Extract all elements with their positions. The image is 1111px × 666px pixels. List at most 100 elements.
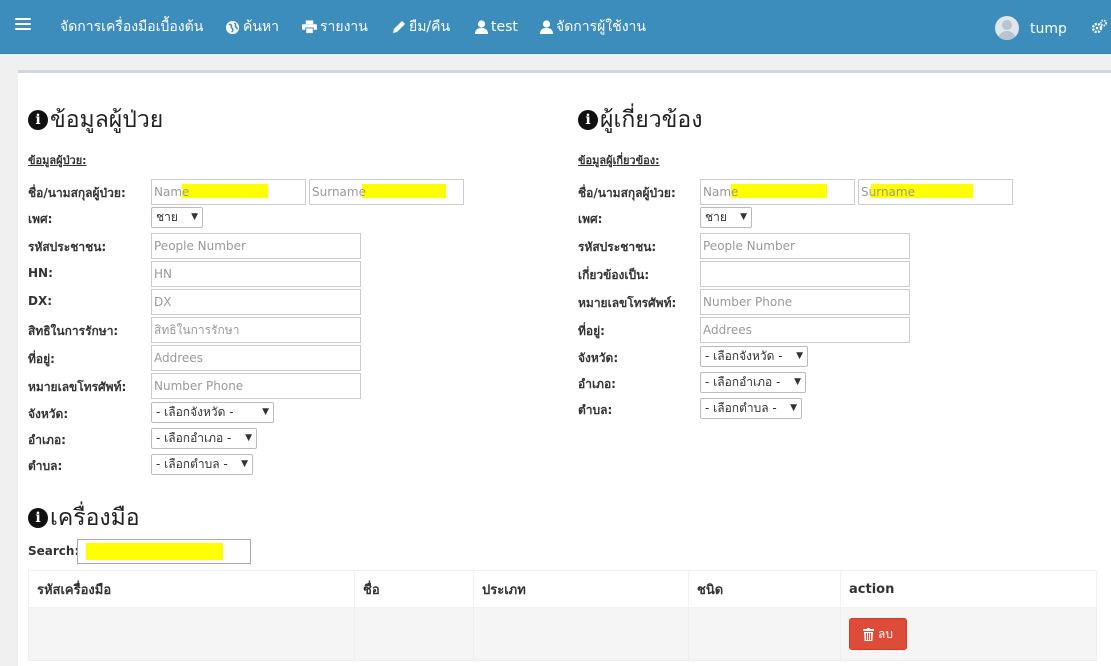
patient-subdistrict-select[interactable]: - เลือกตำบล - ▼ bbox=[151, 454, 253, 475]
nav-item-search[interactable]: ค้นหา bbox=[225, 0, 279, 54]
patient-phone-label: หมายเลขโทรศัพท์: bbox=[28, 380, 127, 394]
relative-phone-input[interactable]: Number Phone bbox=[700, 289, 910, 315]
caret-down-icon: ▼ bbox=[794, 377, 801, 387]
nav-item-report[interactable]: รายงาน bbox=[302, 0, 368, 54]
patient-id-label: รหัสประชาชน: bbox=[28, 240, 107, 254]
nav-item-test[interactable]: test bbox=[475, 0, 518, 54]
user-icon bbox=[475, 20, 488, 34]
column-header-type[interactable]: ประเภท bbox=[473, 570, 689, 608]
patient-id-input[interactable]: People Number bbox=[151, 233, 361, 259]
relative-last-name-input[interactable]: Surname bbox=[858, 179, 1013, 205]
gears-icon[interactable] bbox=[1091, 19, 1107, 35]
relative-id-label: รหัสประชาชน: bbox=[578, 240, 657, 254]
pencil-icon bbox=[393, 21, 405, 33]
relative-subdistrict-select[interactable]: - เลือกตำบล - ▼ bbox=[700, 398, 802, 419]
user-avatar[interactable] bbox=[995, 16, 1019, 40]
patient-subdistrict-label: ตำบล: bbox=[28, 459, 63, 473]
hamburger-menu-icon[interactable] bbox=[15, 18, 31, 34]
caret-down-icon: ▼ bbox=[740, 212, 747, 222]
printer-icon bbox=[302, 20, 317, 34]
globe-icon bbox=[225, 20, 240, 34]
relative-district-label: อำเภอ: bbox=[578, 377, 616, 391]
nav-item-user-management[interactable]: จัดการผู้ใช้งาน bbox=[540, 0, 646, 54]
patient-phone-input[interactable]: Number Phone bbox=[151, 373, 361, 399]
caret-down-icon: ▼ bbox=[245, 433, 252, 443]
table-row: ลบ bbox=[28, 607, 1097, 661]
tools-search-label: Search: bbox=[28, 544, 80, 558]
relative-district-select[interactable]: - เลือกอำเภอ - ▼ bbox=[700, 372, 806, 393]
relative-section-title: i ผู้เกี่ยวข้อง bbox=[578, 102, 702, 138]
nav-item-label: test bbox=[491, 19, 518, 35]
nav-item-label: ค้นหา bbox=[243, 19, 280, 35]
patient-last-name-input[interactable]: Surname bbox=[309, 179, 464, 205]
table-cell: ลบ bbox=[840, 607, 1097, 661]
patient-first-name-input[interactable]: Name bbox=[151, 179, 306, 205]
tools-title-text: เครื่องมือ bbox=[50, 505, 140, 531]
caret-down-icon: ▼ bbox=[790, 403, 797, 413]
patient-gender-label: เพศ: bbox=[28, 212, 53, 226]
caret-down-icon: ▼ bbox=[191, 212, 198, 222]
patient-district-label: อำเภอ: bbox=[28, 433, 66, 447]
patient-hn-input[interactable]: HN bbox=[151, 261, 361, 287]
patient-hn-label: HN: bbox=[28, 266, 53, 280]
patient-address-label: ที่อยู่: bbox=[28, 352, 55, 366]
relative-subdistrict-label: ตำบล: bbox=[578, 403, 613, 417]
relative-province-select[interactable]: - เลือกจังหวัด - ▼ bbox=[700, 346, 808, 367]
relative-subtitle: ข้อมูลผู้เกี่ยวข้อง: bbox=[578, 154, 660, 167]
relative-address-label: ที่อยู่: bbox=[578, 324, 605, 338]
relative-id-input[interactable]: People Number bbox=[700, 233, 910, 259]
relative-relation-input[interactable] bbox=[700, 261, 910, 287]
delete-button-label: ลบ bbox=[878, 626, 893, 641]
user-icon bbox=[540, 20, 553, 34]
column-header-action[interactable]: action bbox=[840, 570, 1097, 608]
relative-gender-select[interactable]: ชาย ▼ bbox=[700, 207, 752, 228]
nav-item-label: รายงาน bbox=[320, 19, 368, 35]
patient-province-label: จังหวัด: bbox=[28, 407, 69, 421]
table-cell bbox=[688, 607, 841, 661]
patient-dx-input[interactable]: DX bbox=[151, 289, 361, 315]
patient-subtitle: ข้อมูลผู้ป่วย: bbox=[28, 154, 87, 167]
nav-item-label: จัดการเครื่องมือเบื้องต้น bbox=[60, 19, 204, 35]
nav-item-borrow-return[interactable]: ยืม/คืน bbox=[392, 0, 450, 54]
info-circle-icon: i bbox=[578, 110, 598, 130]
patient-gender-select[interactable]: ชาย ▼ bbox=[151, 207, 203, 228]
nav-item-label: จัดการผู้ใช้งาน bbox=[556, 19, 646, 35]
top-navbar: จัดการเครื่องมือเบื้องต้น ค้นหา รายงาน ย… bbox=[0, 0, 1111, 54]
table-cell bbox=[28, 607, 355, 661]
nav-item-label: ยืม/คืน bbox=[409, 19, 451, 35]
patient-dx-label: DX: bbox=[28, 294, 53, 308]
relative-phone-label: หมายเลขโทรศัพท์: bbox=[578, 296, 677, 310]
tools-table: รหัสเครื่องมือ ชื่อ ประเภท ชนิด action ล… bbox=[28, 570, 1097, 661]
relative-first-name-input[interactable]: Name bbox=[700, 179, 855, 205]
left-sidebar-strip bbox=[0, 55, 16, 666]
nav-item-tool-management[interactable]: จัดการเครื่องมือเบื้องต้น bbox=[60, 0, 203, 54]
patient-name-label: ชื่อ/นามสกุลผู้ป่วย: bbox=[28, 186, 126, 200]
user-name[interactable]: tump bbox=[1030, 0, 1067, 56]
trash-icon bbox=[863, 627, 874, 641]
patient-rights-input[interactable]: สิทธิในการรักษา bbox=[151, 317, 361, 343]
column-header-kind[interactable]: ชนิด bbox=[688, 570, 841, 608]
patient-section-title: i ข้อมูลผู้ป่วย bbox=[28, 102, 163, 138]
patient-address-input[interactable]: Addrees bbox=[151, 345, 361, 371]
delete-button[interactable]: ลบ bbox=[849, 618, 907, 650]
tools-search-input[interactable] bbox=[77, 539, 251, 564]
caret-down-icon: ▼ bbox=[796, 351, 803, 361]
relative-relation-label: เกี่ยวข้องเป็น: bbox=[578, 268, 650, 282]
info-circle-icon: i bbox=[28, 508, 48, 528]
column-header-tool-id[interactable]: รหัสเครื่องมือ bbox=[28, 570, 355, 608]
tools-section-title: i เครื่องมือ bbox=[28, 500, 140, 536]
table-cell bbox=[354, 607, 474, 661]
patient-district-select[interactable]: - เลือกอำเภอ - ▼ bbox=[151, 428, 257, 449]
relative-name-label: ชื่อ/นามสกุลผู้ป่วย: bbox=[578, 186, 676, 200]
info-circle-icon: i bbox=[28, 110, 48, 130]
patient-rights-label: สิทธิในการรักษา: bbox=[28, 324, 119, 338]
column-header-name[interactable]: ชื่อ bbox=[354, 570, 474, 608]
patient-title-text: ข้อมูลผู้ป่วย bbox=[50, 107, 164, 133]
relative-address-input[interactable]: Addrees bbox=[700, 317, 910, 343]
table-header-row: รหัสเครื่องมือ ชื่อ ประเภท ชนิด action bbox=[28, 570, 1097, 608]
table-cell bbox=[473, 607, 689, 661]
patient-province-select[interactable]: - เลือกจังหวัด - ▼ bbox=[151, 402, 274, 423]
relative-gender-label: เพศ: bbox=[578, 212, 603, 226]
relative-province-label: จังหวัด: bbox=[578, 351, 619, 365]
caret-down-icon: ▼ bbox=[241, 459, 248, 469]
